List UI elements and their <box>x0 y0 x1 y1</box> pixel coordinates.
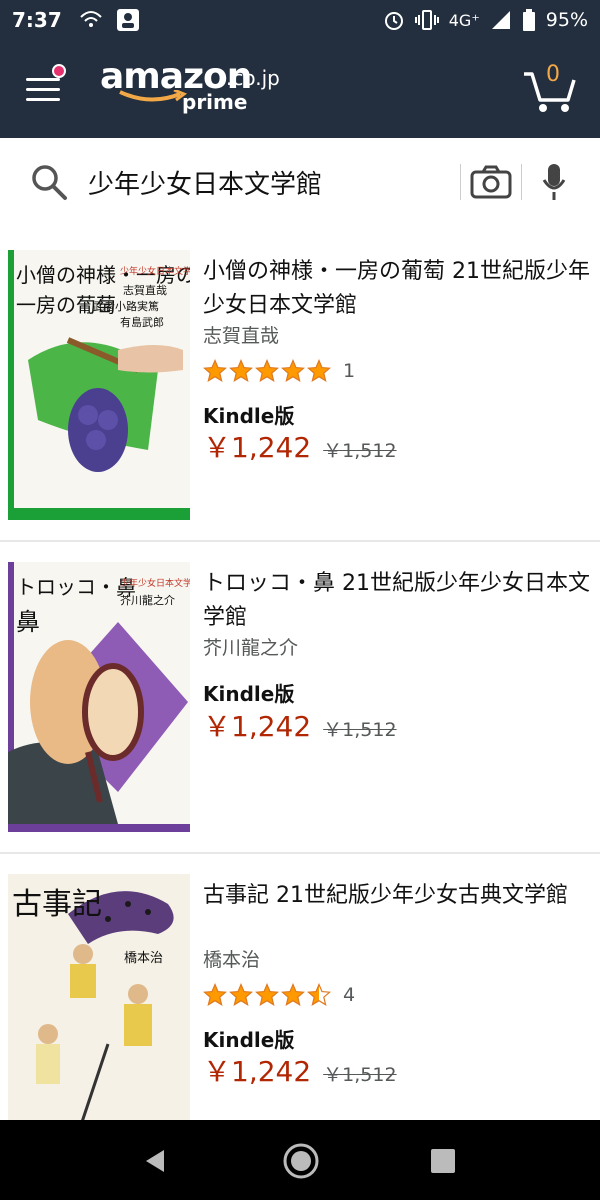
list-price: ￥1,512 <box>323 719 397 741</box>
star-icon <box>229 983 253 1006</box>
product-price: ￥1,242 <box>203 431 312 464</box>
svg-text:芥川龍之介: 芥川龍之介 <box>120 593 175 607</box>
svg-text:志賀直哉: 志賀直哉 <box>123 283 167 297</box>
book-cover[interactable]: トロッコ・鼻 鼻 少年少女日本文学館 芥川龍之介 <box>8 562 190 832</box>
camera-search-button[interactable] <box>461 162 521 202</box>
review-count: 4 <box>343 984 356 1006</box>
price-row: ￥1,242 ￥1,512 <box>203 426 397 466</box>
product-format: Kindle版 <box>203 1028 295 1052</box>
search-bar[interactable]: 少年少女日本文学館 <box>14 148 586 216</box>
notification-dot <box>52 64 66 78</box>
product-title[interactable]: トロッコ・鼻 21世紀版少年少女日本文学館 <box>203 567 591 635</box>
vibrate-icon <box>414 10 439 30</box>
cart-button[interactable]: 0 <box>522 60 578 116</box>
android-nav-bar <box>0 1120 600 1200</box>
stars-container <box>203 983 331 1007</box>
svg-text:鼻: 鼻 <box>16 608 40 636</box>
star-rating[interactable]: 1 <box>203 359 355 383</box>
price-row: ￥1,242 ￥1,512 <box>203 1050 397 1090</box>
product-price: ￥1,242 <box>203 1055 312 1088</box>
wifi-calling-icon <box>80 11 102 27</box>
signal-icon <box>491 11 510 29</box>
book-cover-image: トロッコ・鼻 鼻 少年少女日本文学館 芥川龍之介 <box>8 562 190 832</box>
book-cover[interactable]: 小僧の神様・一房の葡萄 一房の葡萄 少年少女日本文学館 志賀直哉 武者小路実篤 … <box>8 250 190 520</box>
product-price: ￥1,242 <box>203 710 312 743</box>
alarm-icon <box>384 12 403 30</box>
star-icon <box>255 983 279 1006</box>
battery-icon <box>522 9 535 31</box>
recents-icon[interactable] <box>430 1148 456 1174</box>
result-item[interactable]: トロッコ・鼻 鼻 少年少女日本文学館 芥川龍之介 トロッコ・鼻 21世紀版少年少… <box>0 542 600 854</box>
battery-level: 95% <box>545 9 588 31</box>
svg-text:橋本治: 橋本治 <box>124 951 163 966</box>
review-count: 1 <box>343 360 356 382</box>
cart-count: 0 <box>546 62 560 87</box>
star-icon <box>255 359 279 382</box>
smile-arrow-icon <box>119 90 188 102</box>
book-cover-image: 小僧の神様・一房の葡萄 一房の葡萄 少年少女日本文学館 志賀直哉 武者小路実篤 … <box>8 250 190 520</box>
product-author: 志賀直哉 <box>203 325 280 347</box>
svg-text:少年少女日本文学館: 少年少女日本文学館 <box>120 265 190 277</box>
camera-icon <box>470 165 512 199</box>
microphone-icon <box>542 164 566 200</box>
search-input[interactable]: 少年少女日本文学館 <box>88 164 460 201</box>
star-icon <box>229 359 253 382</box>
star-icon <box>281 983 305 1006</box>
list-price: ￥1,512 <box>323 1064 397 1086</box>
home-icon[interactable] <box>282 1142 320 1180</box>
contact-card-icon <box>116 9 139 31</box>
star-rating[interactable]: 4 <box>203 983 355 1007</box>
voice-search-button[interactable] <box>522 162 586 202</box>
price-row: ￥1,242 ￥1,512 <box>203 705 397 745</box>
status-time: 7:37 <box>12 8 62 32</box>
svg-text:有島武郎: 有島武郎 <box>120 315 164 329</box>
menu-button[interactable] <box>26 64 66 106</box>
hamburger-icon <box>26 78 60 81</box>
stars-container <box>203 359 331 383</box>
star-icon <box>281 359 305 382</box>
svg-text:少年少女日本文学館: 少年少女日本文学館 <box>120 577 190 589</box>
search-icon <box>32 165 67 200</box>
svg-text:武者小路実篤: 武者小路実篤 <box>93 299 159 313</box>
svg-text:トロッコ・鼻: トロッコ・鼻 <box>16 575 136 599</box>
list-price: ￥1,512 <box>323 440 397 462</box>
amazon-prime-logo[interactable]: amazon .co.jp prime <box>100 56 280 116</box>
result-item[interactable]: 小僧の神様・一房の葡萄 一房の葡萄 少年少女日本文学館 志賀直哉 武者小路実篤 … <box>0 230 600 542</box>
search-results: 小僧の神様・一房の葡萄 一房の葡萄 少年少女日本文学館 志賀直哉 武者小路実篤 … <box>0 230 600 1166</box>
star-icon <box>203 983 227 1006</box>
star-icon <box>307 359 331 382</box>
product-title[interactable]: 古事記 21世紀版少年少女古典文学館 <box>203 879 591 913</box>
star-icon <box>203 359 227 382</box>
product-format: Kindle版 <box>203 682 295 706</box>
back-icon[interactable] <box>142 1148 168 1174</box>
book-cover-image: 古事記 橋本治 <box>8 874 190 1144</box>
app-header: amazon .co.jp prime 0 <box>0 40 600 138</box>
book-cover[interactable]: 古事記 橋本治 <box>8 874 190 1144</box>
network-type: 4G⁺ <box>448 10 480 30</box>
star-icon <box>307 983 331 1006</box>
product-title[interactable]: 小僧の神様・一房の葡萄 21世紀版少年少女日本文学館 <box>203 255 591 323</box>
svg-text:古事記: 古事記 <box>12 887 102 922</box>
product-author: 橋本治 <box>203 949 261 971</box>
product-author: 芥川龍之介 <box>203 637 299 659</box>
status-bar: 7:37 4G⁺ 95% <box>0 0 600 40</box>
product-format: Kindle版 <box>203 404 295 428</box>
